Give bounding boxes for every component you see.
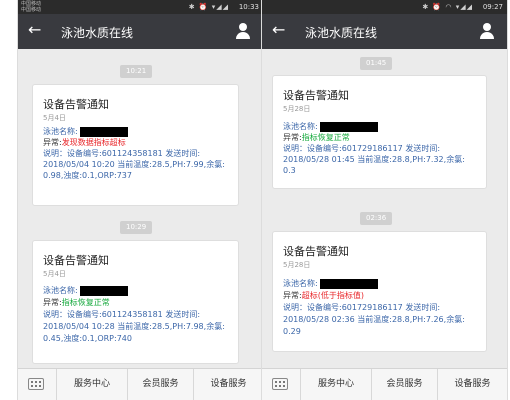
abnormal-value: 指标恢复正常 [301, 133, 350, 142]
abnormal-row: 异常:发现数据指标超标 [43, 138, 126, 148]
desc-line-3: 0.3 [283, 166, 296, 175]
card-title: 设备告警通知 [43, 98, 109, 111]
desc-line-2: 2018/05/04 10:20 当前温度:28.5,PH:7.99,余氯: [43, 160, 225, 169]
message-timestamp: 01:45 [360, 57, 393, 70]
bottom-menu-bar: 服务中心 会员服务 设备服务 [262, 368, 507, 400]
abnormal-value: 指标恢复正常 [61, 298, 110, 307]
card-date: 5月28日 [283, 105, 311, 113]
desc-line-1: 说明：设备编号:601729186117 发送时间: [283, 303, 441, 312]
message-timestamp: 10:21 [120, 65, 153, 78]
abnormal-value: 发现数据指标超标 [61, 138, 126, 147]
back-arrow-icon[interactable]: ← [28, 22, 41, 38]
redacted-block [79, 286, 128, 296]
menu-member-service[interactable]: 会员服务 [128, 369, 193, 400]
card-title: 设备告警通知 [43, 254, 109, 267]
carrier-2: 中国移动 [21, 7, 42, 13]
alert-card[interactable]: 设备告警通知 5月4日 泳池名称: 异常:发现数据指标超标 说明：设备编号:60… [32, 84, 239, 206]
abnormal-label: 异常: [283, 291, 302, 300]
abnormal-label: 异常: [43, 138, 62, 147]
status-icons: ✱ ⏰ ◠ ▾◢◢ [422, 3, 473, 11]
pool-name-row: 泳池名称: [283, 279, 378, 289]
message-timestamp: 02:36 [360, 212, 393, 225]
status-icons: ✱ ⏰ ▾◢◢ [188, 3, 229, 11]
page-title: 泳池水质在线 [61, 26, 134, 40]
alert-card[interactable]: 设备告警通知 5月4日 泳池名称: 异常:指标恢复正常 说明：设备编号:6011… [32, 240, 239, 364]
carrier-label: 中国移动 中国移动 [21, 1, 41, 13]
abnormal-label: 异常: [43, 298, 62, 307]
desc-line-3: 0.45,浊度:0.1,ORP:740 [43, 334, 132, 343]
desc-line-2: 2018/05/28 02:36 当前温度:28.8,PH:7.26,余氯: [283, 315, 465, 324]
menu-member-service[interactable]: 会员服务 [372, 369, 437, 400]
status-time: 09:27 [482, 3, 503, 11]
pool-name-row: 泳池名称: [283, 122, 378, 132]
pool-name-label: 泳池名称: [283, 122, 318, 131]
alert-card[interactable]: 设备告警通知 5月28日 泳池名称: 异常:指标恢复正常 说明：设备编号:601… [272, 75, 487, 189]
keyboard-icon[interactable] [272, 378, 288, 390]
bottom-menu-bar: 服务中心 会员服务 设备服务 [18, 368, 263, 400]
user-profile-icon[interactable] [235, 23, 251, 39]
menu-service-center[interactable]: 服务中心 [57, 369, 127, 400]
pool-name-label: 泳池名称: [43, 127, 78, 136]
keyboard-icon[interactable] [28, 378, 44, 390]
phone-screen-left: 中国移动 中国移动 ✱ ⏰ ▾◢◢ 10:33 ← 泳池水质在线 10:21 设… [18, 0, 263, 400]
pool-name-row: 泳池名称: [43, 127, 128, 137]
back-arrow-icon[interactable]: ← [272, 22, 285, 38]
user-profile-icon[interactable] [479, 23, 495, 39]
abnormal-row: 异常:指标恢复正常 [43, 298, 110, 308]
desc-line-3: 0.98,浊度:0.1,ORP:737 [43, 171, 132, 180]
status-bar: ✱ ⏰ ◠ ▾◢◢ 09:27 [262, 0, 507, 14]
redacted-block [319, 122, 378, 132]
card-date: 5月28日 [283, 261, 311, 269]
title-bar: ← 泳池水质在线 [262, 14, 507, 49]
pool-name-label: 泳池名称: [43, 286, 78, 295]
title-bar: ← 泳池水质在线 [18, 14, 263, 49]
phone-screen-right: ✱ ⏰ ◠ ▾◢◢ 09:27 ← 泳池水质在线 01:45 设备告警通知 5月… [262, 0, 507, 400]
desc-line-1: 说明：设备编号:601124358181 发送时间: [43, 149, 201, 158]
abnormal-row: 异常:超标(低于指标值) [283, 291, 364, 301]
abnormal-label: 异常: [283, 133, 302, 142]
page-title: 泳池水质在线 [305, 26, 378, 40]
pool-name-label: 泳池名称: [283, 279, 318, 288]
menu-service-center[interactable]: 服务中心 [301, 369, 371, 400]
abnormal-value: 超标(低于指标值) [301, 291, 364, 300]
menu-device-service[interactable]: 设备服务 [194, 369, 263, 400]
message-timestamp: 10:29 [120, 221, 153, 234]
card-title: 设备告警通知 [283, 245, 349, 258]
redacted-block [319, 279, 378, 289]
status-bar: 中国移动 中国移动 ✱ ⏰ ▾◢◢ 10:33 [18, 0, 263, 14]
status-time: 10:33 [238, 3, 259, 11]
menu-device-service[interactable]: 设备服务 [438, 369, 507, 400]
desc-line-1: 说明：设备编号:601124358181 发送时间: [43, 310, 201, 319]
card-date: 5月4日 [43, 270, 66, 278]
card-date: 5月4日 [43, 114, 66, 122]
desc-line-1: 说明：设备编号:601729186117 发送时间: [283, 144, 441, 153]
alert-card[interactable]: 设备告警通知 5月28日 泳池名称: 异常:超标(低于指标值) 说明：设备编号:… [272, 231, 487, 352]
abnormal-row: 异常:指标恢复正常 [283, 133, 350, 143]
desc-line-2: 2018/05/04 10:28 当前温度:28.5,PH:7.98,余氯: [43, 322, 225, 331]
desc-line-3: 0.29 [283, 327, 301, 336]
card-title: 设备告警通知 [283, 89, 349, 102]
desc-line-2: 2018/05/28 01:45 当前温度:28.8,PH:7.32,余氯: [283, 155, 465, 164]
redacted-block [79, 127, 128, 137]
pool-name-row: 泳池名称: [43, 286, 128, 296]
